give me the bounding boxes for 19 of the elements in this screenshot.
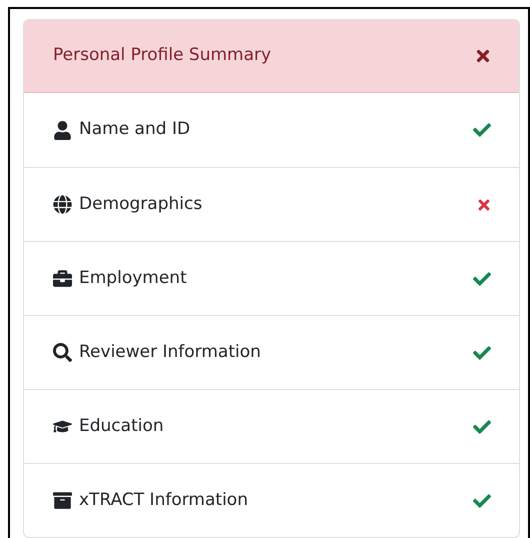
- section-label: Reviewer Information: [79, 340, 261, 364]
- archive-box-icon: [53, 491, 72, 510]
- section-item[interactable]: Reviewer Information: [24, 315, 519, 389]
- section-item[interactable]: Education: [24, 389, 519, 463]
- person-icon: [53, 120, 72, 140]
- section-label: Name and ID: [79, 118, 190, 142]
- section-item[interactable]: Demographics: [24, 167, 519, 241]
- section-label: Demographics: [79, 192, 202, 216]
- briefcase-icon: [53, 269, 72, 288]
- section-label: Employment: [79, 266, 187, 290]
- search-icon: [53, 343, 72, 362]
- close-icon: [475, 47, 491, 65]
- section-label: Education: [79, 414, 164, 438]
- section-item[interactable]: Employment: [24, 241, 519, 315]
- section-item[interactable]: xTRACT Information: [24, 463, 519, 537]
- summary-title: Personal Profile Summary: [53, 44, 272, 68]
- globe-icon: [53, 195, 72, 214]
- section-item[interactable]: Name and ID: [24, 93, 519, 167]
- section-label: xTRACT Information: [79, 488, 248, 512]
